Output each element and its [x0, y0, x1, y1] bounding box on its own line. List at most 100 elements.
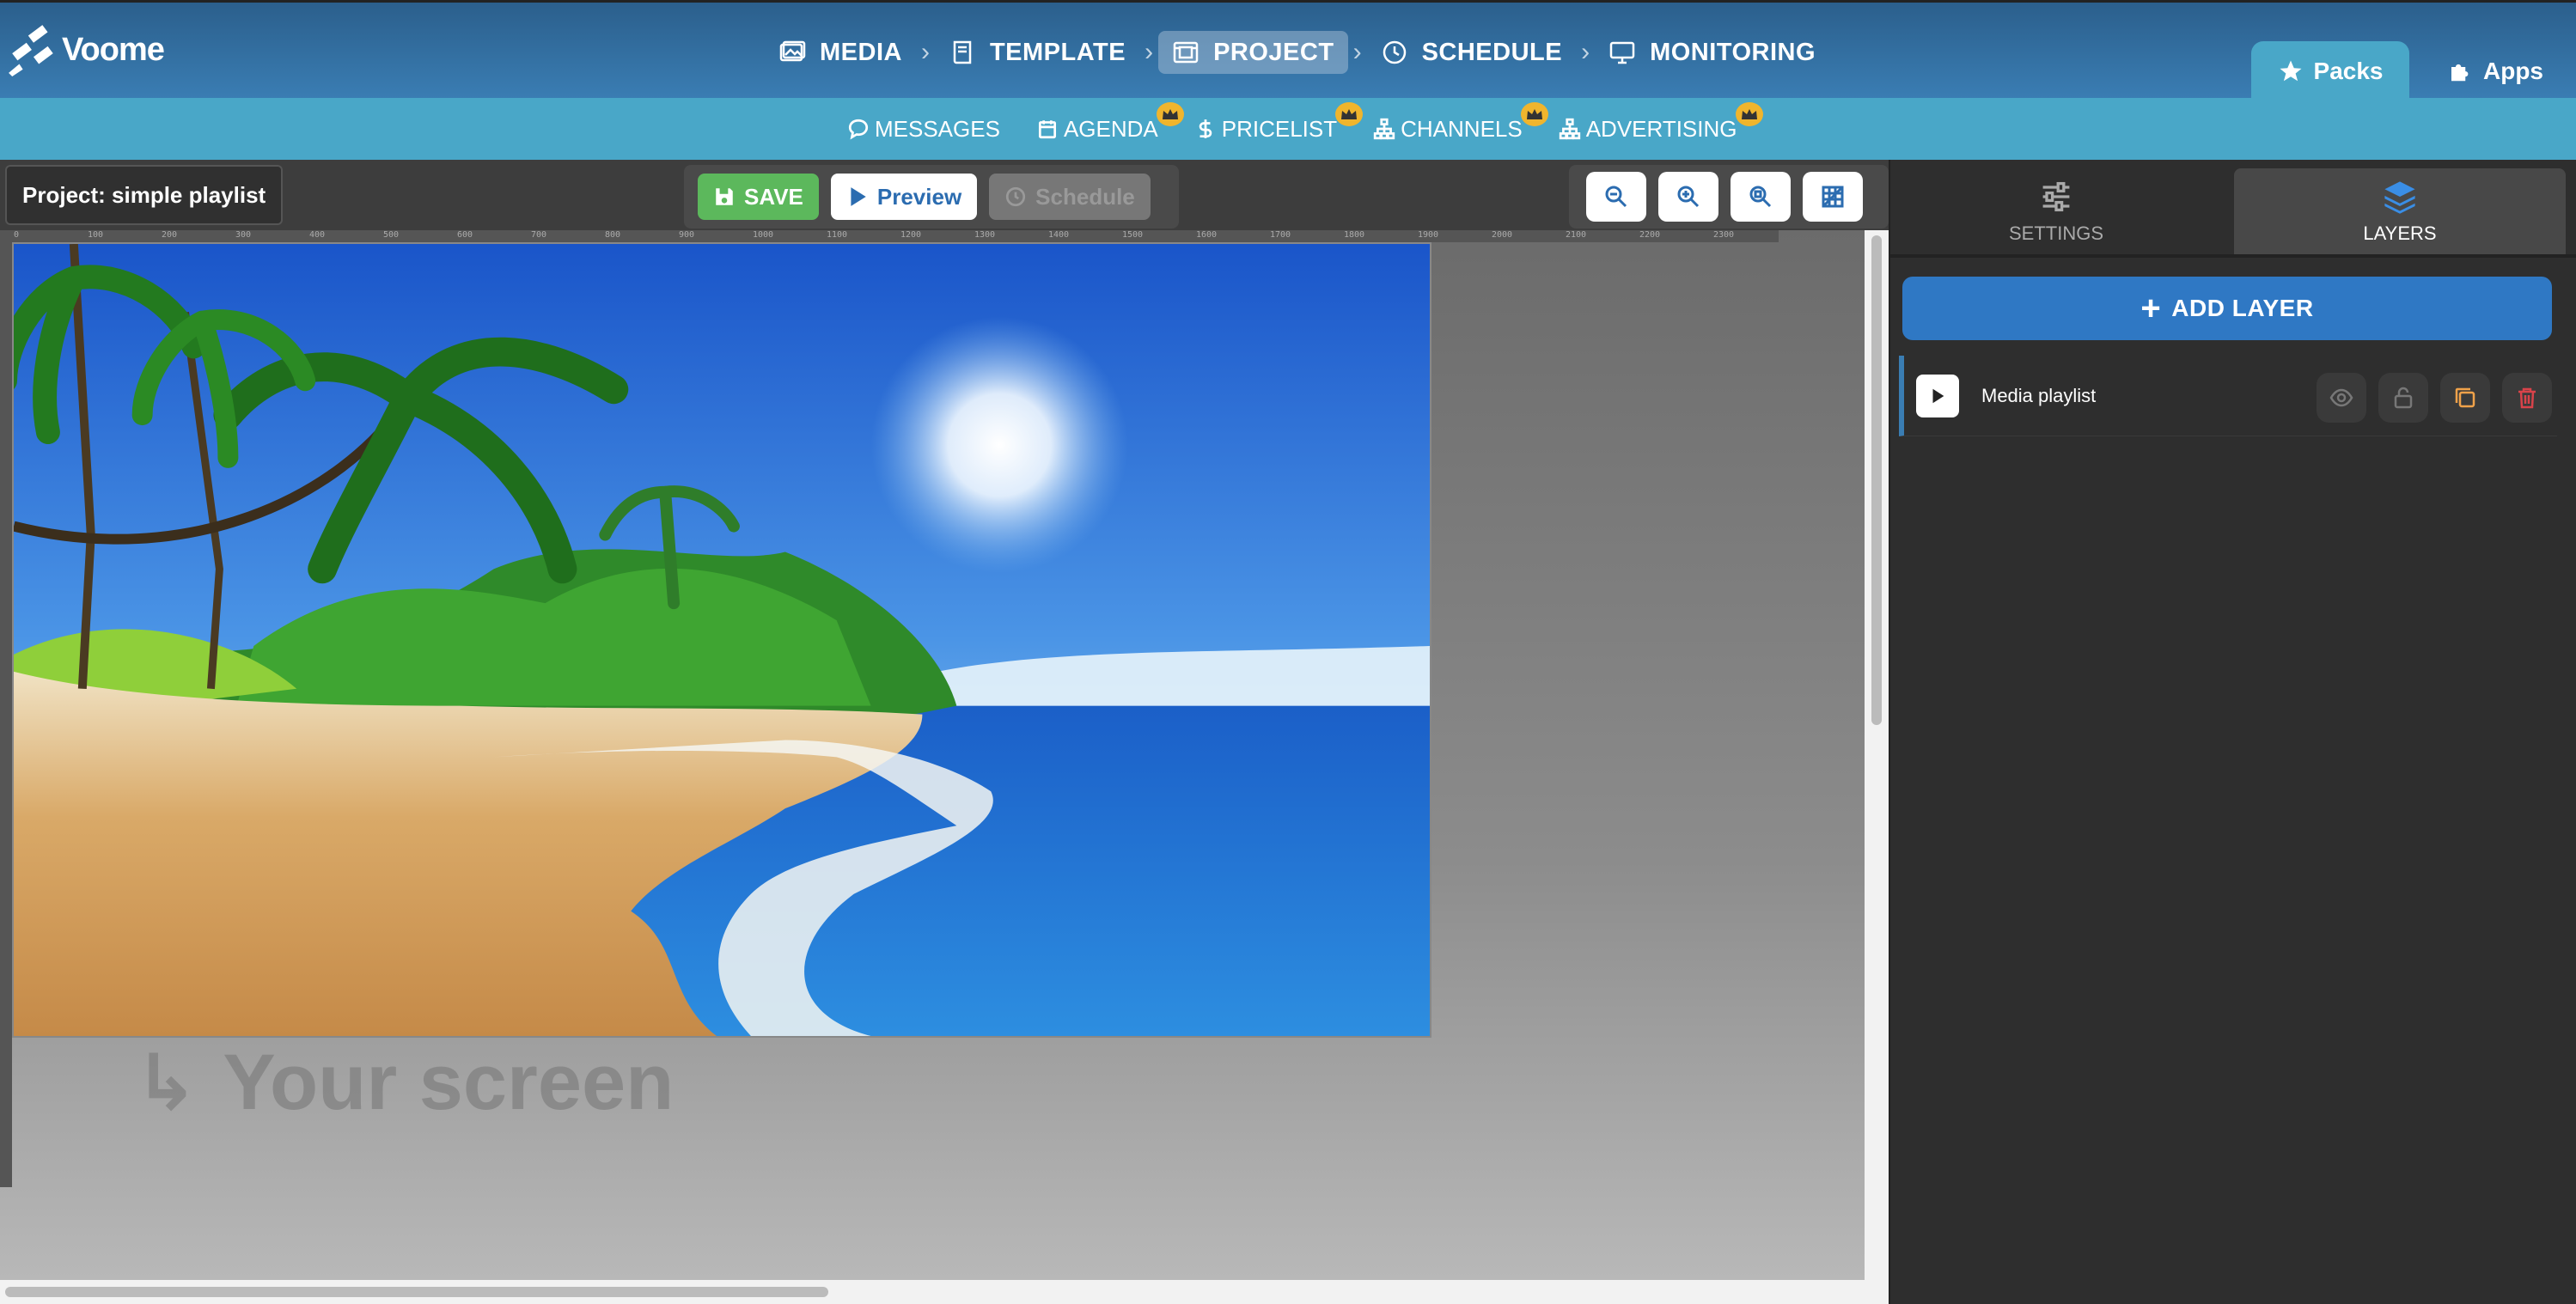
- logo-mark-icon: [9, 25, 53, 76]
- zoom-toolbar: [1569, 165, 1889, 229]
- ruler-tick-label: 700: [531, 230, 547, 240]
- ruler-tick-label: 2100: [1566, 230, 1587, 240]
- editor-toolbar: SAVE Preview Schedule: [684, 165, 1179, 229]
- tab-apps[interactable]: Apps: [2426, 41, 2564, 101]
- sliders-icon: [2042, 181, 2070, 212]
- plus-icon: +: [2140, 289, 2162, 327]
- calendar-icon: [1038, 120, 1056, 139]
- copy-icon: [2455, 387, 2475, 408]
- app-window: Voome MEDIA › TEMPLATE › PROJECT › SCHED…: [0, 0, 2576, 1304]
- play-icon: [851, 187, 866, 206]
- nav-schedule-label: SCHEDULE: [1421, 38, 1563, 66]
- zoom-in-button[interactable]: [1658, 172, 1718, 222]
- media-playlist-layer[interactable]: [12, 242, 1431, 1038]
- nav-media[interactable]: MEDIA: [765, 31, 916, 74]
- add-layer-button[interactable]: + ADD LAYER: [1902, 277, 2552, 340]
- nav-schedule[interactable]: SCHEDULE: [1367, 31, 1577, 74]
- logo[interactable]: Voome: [7, 21, 165, 78]
- ruler-tick-label: 800: [605, 230, 621, 240]
- nav-chevron-icon: ›: [1145, 38, 1154, 66]
- logo-text: Voome: [62, 31, 165, 68]
- zoom-fit-icon: [1749, 186, 1772, 208]
- tab-packs-label: Packs: [2313, 58, 2384, 84]
- tab-layers[interactable]: LAYERS: [2234, 168, 2566, 254]
- toggle-visibility-button[interactable]: [2317, 373, 2366, 423]
- star-icon: [2280, 60, 2302, 82]
- right-panel: SETTINGS LAYERS + ADD LAYER Media playli…: [1889, 160, 2576, 1304]
- clock-icon: [1006, 186, 1026, 207]
- unlock-icon: [2394, 387, 2413, 409]
- ruler-tick-label: 400: [309, 230, 326, 240]
- layer-name: Media playlist: [1981, 384, 2097, 406]
- nav-project-label: PROJECT: [1213, 38, 1334, 66]
- subnav-agenda-label: AGENDA: [1063, 115, 1158, 142]
- delete-layer-button[interactable]: [2502, 373, 2552, 423]
- preview-button-label: Preview: [876, 183, 962, 210]
- schedule-button[interactable]: Schedule: [989, 174, 1151, 220]
- tab-apps-label: Apps: [2483, 58, 2543, 84]
- subnav-pricelist-label: PRICELIST: [1221, 115, 1338, 142]
- nav-template[interactable]: TEMPLATE: [935, 31, 1139, 74]
- tab-settings[interactable]: SETTINGS: [1890, 168, 2222, 254]
- layer-row[interactable]: Media playlist: [1899, 356, 2557, 436]
- tab-packs[interactable]: Packs: [2251, 41, 2409, 101]
- eye-icon: [2329, 388, 2353, 407]
- project-icon: [1173, 41, 1199, 64]
- duplicate-layer-button[interactable]: [2440, 373, 2490, 423]
- floppy-icon: [716, 188, 733, 205]
- crown-icon: [1156, 101, 1184, 126]
- horizontal-scroll-thumb[interactable]: [5, 1287, 828, 1297]
- vertical-scroll-thumb[interactable]: [1871, 235, 1882, 725]
- lock-layer-button[interactable]: [2378, 373, 2428, 423]
- nav-media-label: MEDIA: [820, 38, 902, 66]
- zoom-out-button[interactable]: [1586, 172, 1646, 222]
- ruler-tick-label: 1200: [900, 230, 922, 240]
- layer-play-button[interactable]: [1916, 374, 1959, 417]
- sub-nav: MESSAGES AGENDA PRICELIST CHANNELS ADVER…: [847, 101, 1773, 148]
- clock-icon: [1383, 40, 1406, 64]
- panel-divider: [1890, 254, 2576, 258]
- zoom-fit-button[interactable]: [1731, 172, 1791, 222]
- zoom-in-icon: [1677, 186, 1700, 208]
- sitemap-icon: [1373, 118, 1395, 140]
- horizontal-ruler: 0 100 200 300 400 500 600 700 800 900 1000 1100 1200…: [0, 230, 1779, 242]
- vertical-ruler: [0, 242, 12, 1187]
- book-icon: [953, 40, 972, 64]
- subnav-pricelist[interactable]: PRICELIST: [1194, 101, 1364, 143]
- canvas[interactable]: 0 100 200 300 400 500 600 700 800 900 1000 1100 1200…: [0, 230, 1865, 1280]
- add-layer-label: ADD LAYER: [2171, 295, 2314, 321]
- monitor-icon: [1609, 41, 1635, 64]
- subnav-agenda[interactable]: AGENDA: [1036, 101, 1184, 143]
- ruler-tick-label: 1700: [1270, 230, 1291, 240]
- sitemap-icon: [1559, 118, 1580, 140]
- layers-icon: [2384, 181, 2415, 214]
- ruler-tick-label: 1400: [1048, 230, 1070, 240]
- ruler-tick-label: 200: [162, 230, 178, 240]
- nav-monitoring[interactable]: MONITORING: [1595, 31, 1829, 74]
- ruler-tick-label: 1900: [1418, 230, 1439, 240]
- subnav-messages-label: MESSAGES: [875, 115, 1000, 142]
- ruler-tick-label: 1800: [1344, 230, 1365, 240]
- your-screen-hint: ↳ Your screen: [134, 1038, 674, 1128]
- ruler-tick-label: 2200: [1639, 230, 1661, 240]
- ruler-tick-label: 900: [679, 230, 695, 240]
- editor-area: Project: simple playlist SAVE Preview Sc…: [0, 160, 1889, 1304]
- grid-icon: [1822, 186, 1844, 208]
- nav-project[interactable]: PROJECT: [1158, 31, 1348, 74]
- schedule-button-label: Schedule: [1035, 183, 1135, 210]
- preview-button[interactable]: Preview: [830, 174, 978, 220]
- trash-icon: [2518, 387, 2536, 409]
- subnav-advertising[interactable]: ADVERTISING: [1559, 101, 1763, 143]
- vertical-scrollbar[interactable]: [1865, 230, 1889, 1280]
- subnav-channels[interactable]: CHANNELS: [1373, 101, 1548, 143]
- horizontal-scrollbar[interactable]: [0, 1280, 1889, 1304]
- sub-navigation-bar: MESSAGES AGENDA PRICELIST CHANNELS ADVER…: [0, 98, 2576, 160]
- save-button[interactable]: SAVE: [698, 174, 819, 220]
- zoom-out-icon: [1605, 186, 1627, 208]
- grid-toggle-button[interactable]: [1803, 172, 1863, 222]
- nav-chevron-icon: ›: [1581, 38, 1590, 66]
- nav-monitoring-label: MONITORING: [1650, 38, 1816, 66]
- subnav-messages[interactable]: MESSAGES: [847, 116, 1000, 143]
- ruler-tick-label: 1300: [974, 230, 996, 240]
- ruler-tick-label: 300: [235, 230, 252, 240]
